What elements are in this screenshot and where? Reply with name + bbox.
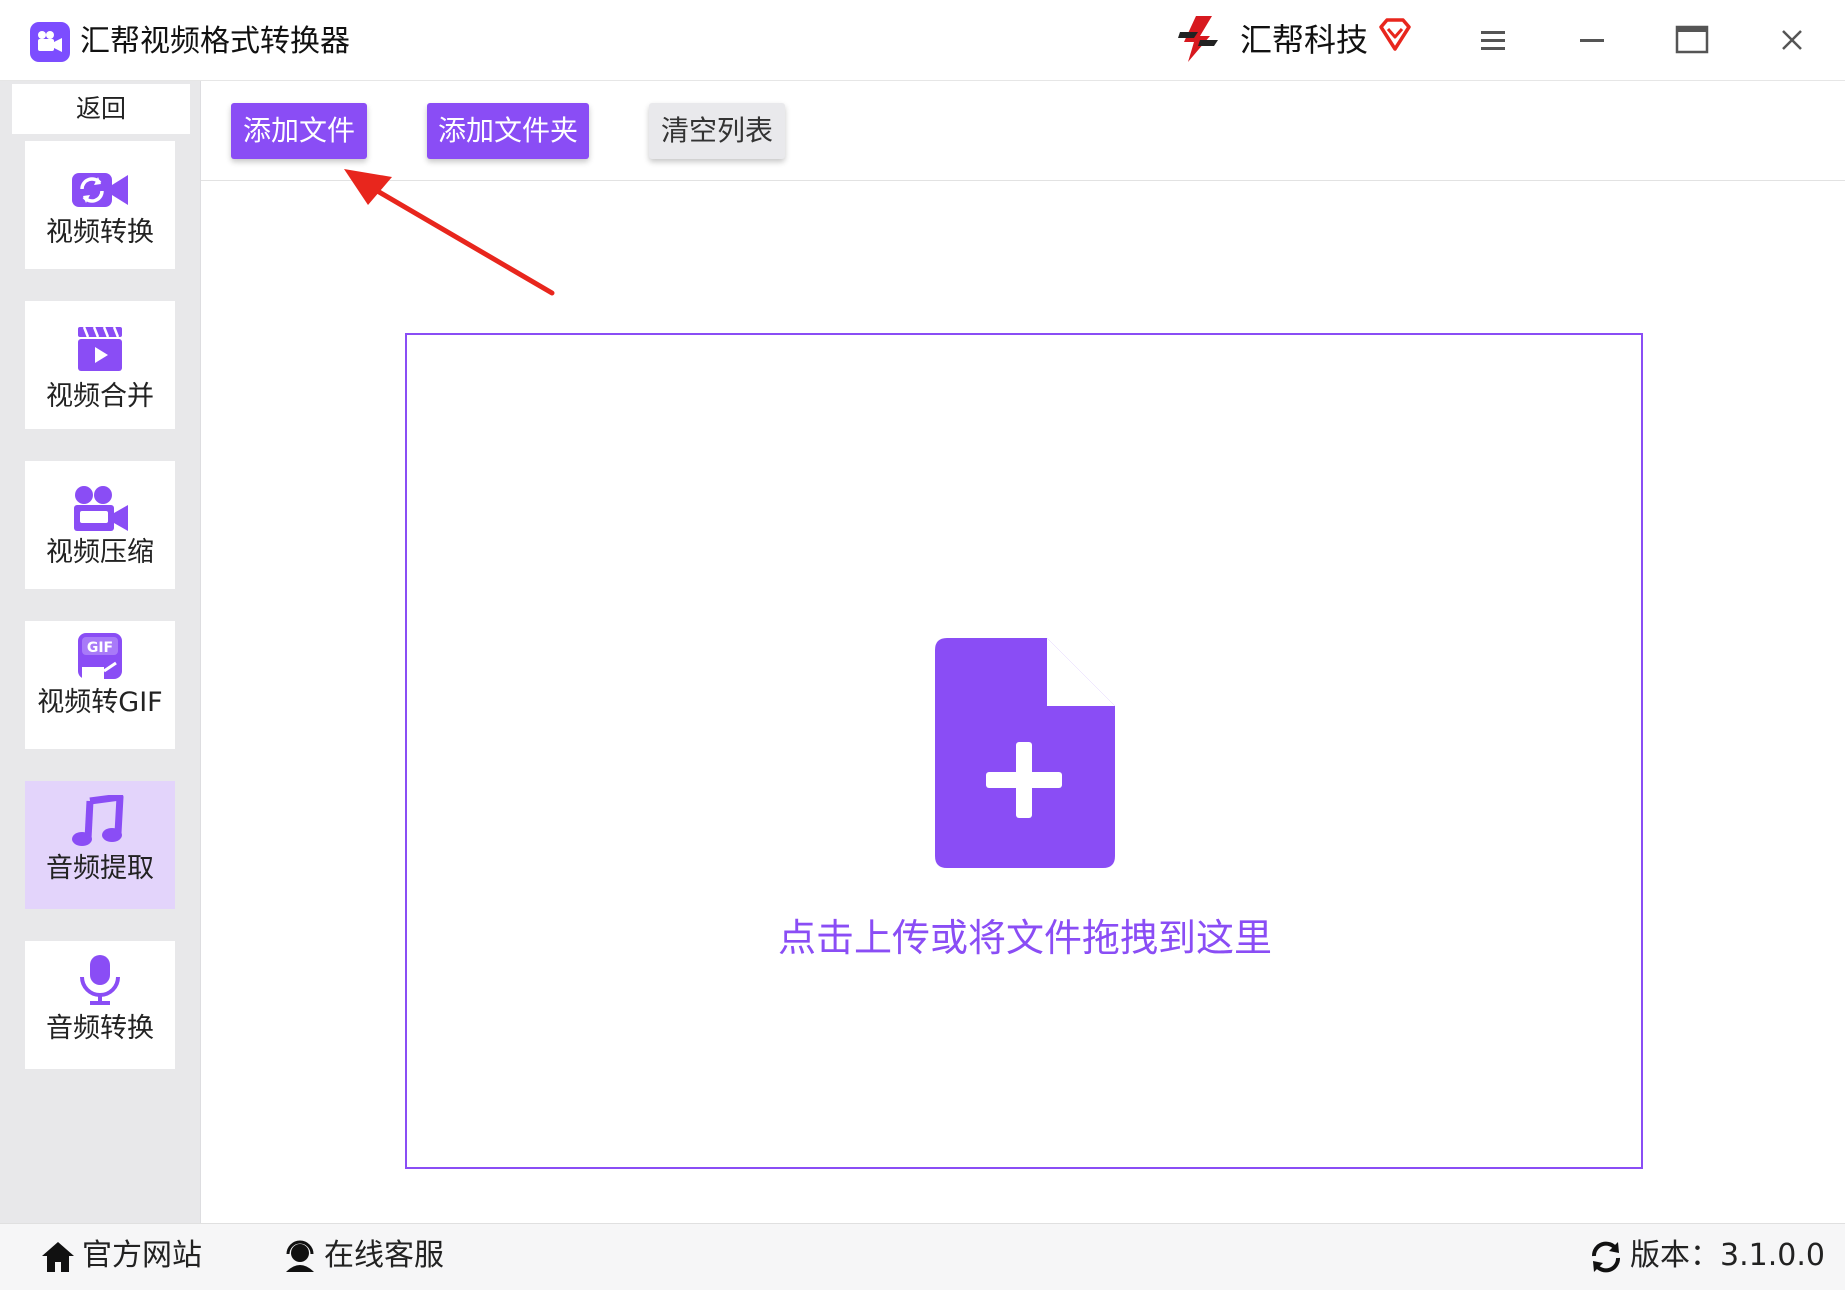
sidebar-item-video-convert[interactable]: 视频转换 [25,141,175,269]
headset-user-icon [286,1240,314,1272]
add-folder-button[interactable]: 添加文件夹 [427,103,589,159]
red-arrow-annotation [344,169,555,296]
refresh-icon [1591,1241,1621,1273]
maximize-icon[interactable] [1670,18,1714,62]
close-icon[interactable] [1770,18,1814,62]
video-merge-icon [78,326,122,371]
add-file-button[interactable]: 添加文件 [231,103,367,159]
official-website-label: 官方网站 [82,1238,202,1273]
minimize-icon[interactable] [1570,18,1614,62]
sidebar-item-label: 视频转GIF [37,687,163,718]
gif-icon: GIF [78,633,122,679]
microphone-icon [80,955,120,1005]
sidebar-item-label: 视频转换 [46,217,154,248]
footer-bar: 官方网站 在线客服 版本：3.1.0.0 [0,1223,1845,1290]
app-window: 汇帮视频格式转换器 汇帮科技 返回 视频转换 视频合并 视频压缩 GIF 视频转… [0,0,1845,1290]
back-button[interactable]: 返回 [12,84,190,134]
sidebar-item-video-to-gif[interactable]: GIF 视频转GIF [25,621,175,749]
huibang-logo-icon [1178,16,1218,62]
video-convert-icon [72,173,128,207]
version-label: 版本：3.1.0.0 [1630,1238,1825,1273]
file-add-icon[interactable] [935,638,1115,868]
sidebar-item-audio-convert[interactable]: 音频转换 [25,941,175,1069]
sidebar-item-audio-extract[interactable]: 音频提取 [25,781,175,909]
title-bar: 汇帮视频格式转换器 汇帮科技 [0,0,1845,81]
online-support-label: 在线客服 [324,1238,444,1273]
drop-hint-text: 点击上传或将文件拖拽到这里 [777,916,1272,960]
svg-text:GIF: GIF [87,640,113,656]
video-compress-icon [74,486,128,531]
clear-list-button[interactable]: 清空列表 [649,103,785,159]
menu-icon[interactable] [1470,18,1514,62]
version-info[interactable]: 版本：3.1.0.0 [1588,1234,1828,1278]
sidebar-item-label: 视频压缩 [46,537,154,568]
home-icon [42,1242,74,1272]
official-website-link[interactable]: 官方网站 [40,1234,210,1278]
sidebar-item-label: 音频转换 [46,1013,154,1044]
music-note-icon [72,795,124,846]
vip-diamond-icon[interactable] [1377,17,1413,53]
brand-name: 汇帮科技 [1240,21,1369,59]
sidebar-item-video-compress[interactable]: 视频压缩 [25,461,175,589]
sidebar: 返回 视频转换 视频合并 视频压缩 GIF 视频转GIF 音频提取 音频转换 [0,81,201,1223]
video-camera-icon [30,22,70,62]
online-support-link[interactable]: 在线客服 [282,1234,452,1278]
app-title: 汇帮视频格式转换器 [80,24,350,59]
sidebar-item-label: 视频合并 [46,381,154,412]
sidebar-item-label: 音频提取 [46,853,154,884]
sidebar-item-video-merge[interactable]: 视频合并 [25,301,175,429]
